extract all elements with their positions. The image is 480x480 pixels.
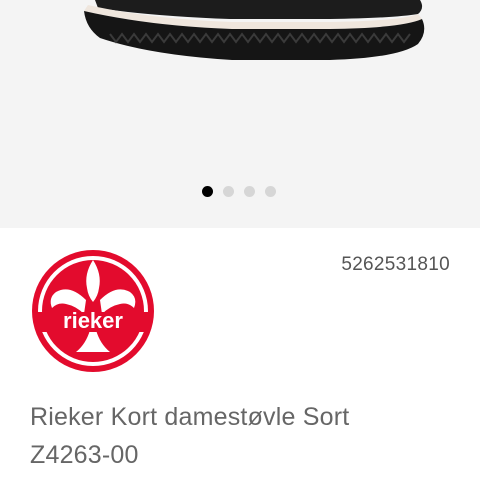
- rieker-logo-text: rieker: [63, 308, 123, 333]
- carousel-dot-3[interactable]: [244, 186, 255, 197]
- carousel-indicator: [0, 186, 480, 200]
- rieker-logo[interactable]: rieker: [30, 248, 156, 374]
- product-title-line-2: Z4263-00: [30, 441, 139, 469]
- product-image-gallery[interactable]: [0, 0, 480, 228]
- carousel-dot-1[interactable]: [202, 186, 213, 197]
- carousel-dot-2[interactable]: [223, 186, 234, 197]
- product-title: Rieker Kort damestøvle Sort Z4263-00: [30, 398, 460, 474]
- product-number: 5262531810: [341, 254, 450, 275]
- carousel-dot-4[interactable]: [265, 186, 276, 197]
- product-title-line-1: Rieker Kort damestøvle Sort: [30, 403, 350, 431]
